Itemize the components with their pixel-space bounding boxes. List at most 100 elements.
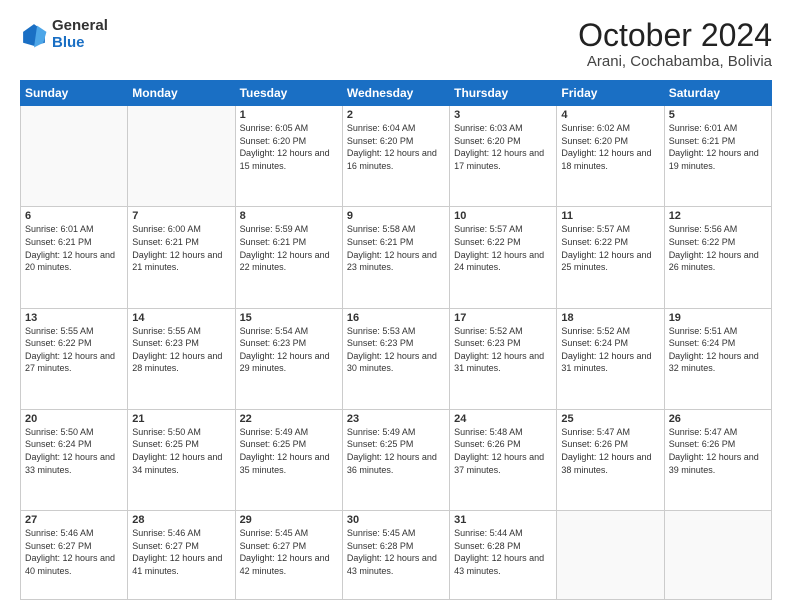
week-row-0: 1Sunrise: 6:05 AM Sunset: 6:20 PM Daylig… bbox=[21, 106, 772, 207]
day-cell: 29Sunrise: 5:45 AM Sunset: 6:27 PM Dayli… bbox=[235, 511, 342, 600]
day-cell bbox=[664, 511, 771, 600]
day-cell: 16Sunrise: 5:53 AM Sunset: 6:23 PM Dayli… bbox=[342, 308, 449, 409]
day-cell: 10Sunrise: 5:57 AM Sunset: 6:22 PM Dayli… bbox=[450, 207, 557, 308]
day-number: 22 bbox=[240, 413, 338, 425]
day-number: 29 bbox=[240, 514, 338, 526]
day-number: 8 bbox=[240, 210, 338, 222]
day-number: 14 bbox=[132, 312, 230, 324]
day-cell: 28Sunrise: 5:46 AM Sunset: 6:27 PM Dayli… bbox=[128, 511, 235, 600]
day-cell: 12Sunrise: 5:56 AM Sunset: 6:22 PM Dayli… bbox=[664, 207, 771, 308]
day-cell: 14Sunrise: 5:55 AM Sunset: 6:23 PM Dayli… bbox=[128, 308, 235, 409]
day-number: 10 bbox=[454, 210, 552, 222]
day-number: 19 bbox=[669, 312, 767, 324]
day-cell: 22Sunrise: 5:49 AM Sunset: 6:25 PM Dayli… bbox=[235, 409, 342, 510]
day-cell: 11Sunrise: 5:57 AM Sunset: 6:22 PM Dayli… bbox=[557, 207, 664, 308]
logo: General Blue bbox=[20, 18, 108, 51]
day-info: Sunrise: 6:03 AM Sunset: 6:20 PM Dayligh… bbox=[454, 122, 552, 172]
day-info: Sunrise: 5:45 AM Sunset: 6:28 PM Dayligh… bbox=[347, 527, 445, 577]
day-number: 4 bbox=[561, 109, 659, 121]
col-header-tuesday: Tuesday bbox=[235, 81, 342, 106]
day-number: 3 bbox=[454, 109, 552, 121]
day-cell: 18Sunrise: 5:52 AM Sunset: 6:24 PM Dayli… bbox=[557, 308, 664, 409]
day-info: Sunrise: 5:54 AM Sunset: 6:23 PM Dayligh… bbox=[240, 325, 338, 375]
day-cell: 27Sunrise: 5:46 AM Sunset: 6:27 PM Dayli… bbox=[21, 511, 128, 600]
day-number: 25 bbox=[561, 413, 659, 425]
day-info: Sunrise: 5:49 AM Sunset: 6:25 PM Dayligh… bbox=[347, 426, 445, 476]
day-info: Sunrise: 5:50 AM Sunset: 6:24 PM Dayligh… bbox=[25, 426, 123, 476]
logo-icon bbox=[20, 21, 48, 49]
day-cell bbox=[128, 106, 235, 207]
day-cell bbox=[21, 106, 128, 207]
day-number: 16 bbox=[347, 312, 445, 324]
page: General Blue October 2024 Arani, Cochaba… bbox=[0, 0, 792, 612]
day-cell bbox=[557, 511, 664, 600]
day-cell: 17Sunrise: 5:52 AM Sunset: 6:23 PM Dayli… bbox=[450, 308, 557, 409]
col-header-saturday: Saturday bbox=[664, 81, 771, 106]
day-number: 24 bbox=[454, 413, 552, 425]
day-cell: 7Sunrise: 6:00 AM Sunset: 6:21 PM Daylig… bbox=[128, 207, 235, 308]
main-title: October 2024 bbox=[578, 18, 772, 53]
day-cell: 13Sunrise: 5:55 AM Sunset: 6:22 PM Dayli… bbox=[21, 308, 128, 409]
day-number: 15 bbox=[240, 312, 338, 324]
week-row-2: 13Sunrise: 5:55 AM Sunset: 6:22 PM Dayli… bbox=[21, 308, 772, 409]
day-cell: 20Sunrise: 5:50 AM Sunset: 6:24 PM Dayli… bbox=[21, 409, 128, 510]
day-info: Sunrise: 5:47 AM Sunset: 6:26 PM Dayligh… bbox=[669, 426, 767, 476]
day-info: Sunrise: 5:47 AM Sunset: 6:26 PM Dayligh… bbox=[561, 426, 659, 476]
day-info: Sunrise: 6:04 AM Sunset: 6:20 PM Dayligh… bbox=[347, 122, 445, 172]
day-info: Sunrise: 5:46 AM Sunset: 6:27 PM Dayligh… bbox=[132, 527, 230, 577]
day-info: Sunrise: 5:49 AM Sunset: 6:25 PM Dayligh… bbox=[240, 426, 338, 476]
day-info: Sunrise: 5:59 AM Sunset: 6:21 PM Dayligh… bbox=[240, 223, 338, 273]
day-number: 1 bbox=[240, 109, 338, 121]
logo-text-blue: Blue bbox=[52, 35, 108, 52]
day-info: Sunrise: 5:50 AM Sunset: 6:25 PM Dayligh… bbox=[132, 426, 230, 476]
day-number: 31 bbox=[454, 514, 552, 526]
week-row-4: 27 Sunrise: 5:46 AM Sunset: 6:27 PM Dayli… bbox=[21, 511, 772, 600]
day-cell: 31Sunrise: 5:44 AM Sunset: 6:28 PM Dayli… bbox=[450, 511, 557, 600]
day-number: 12 bbox=[669, 210, 767, 222]
day-number: 30 bbox=[347, 514, 445, 526]
day-cell: 3Sunrise: 6:03 AM Sunset: 6:20 PM Daylig… bbox=[450, 106, 557, 207]
header-row: SundayMondayTuesdayWednesdayThursdayFrid… bbox=[21, 81, 772, 106]
col-header-friday: Friday bbox=[557, 81, 664, 106]
subtitle: Arani, Cochabamba, Bolivia bbox=[578, 53, 772, 70]
day-number: 2 bbox=[347, 109, 445, 121]
day-info: Sunrise: 5:57 AM Sunset: 6:22 PM Dayligh… bbox=[561, 223, 659, 273]
col-header-sunday: Sunday bbox=[21, 81, 128, 106]
day-cell: 19Sunrise: 5:51 AM Sunset: 6:24 PM Dayli… bbox=[664, 308, 771, 409]
week-row-1: 6Sunrise: 6:01 AM Sunset: 6:21 PM Daylig… bbox=[21, 207, 772, 308]
day-number: 11 bbox=[561, 210, 659, 222]
day-number: 6 bbox=[25, 210, 123, 222]
day-number: 9 bbox=[347, 210, 445, 222]
day-number: 13 bbox=[25, 312, 123, 324]
day-cell: 25Sunrise: 5:47 AM Sunset: 6:26 PM Dayli… bbox=[557, 409, 664, 510]
day-number: 5 bbox=[669, 109, 767, 121]
col-header-thursday: Thursday bbox=[450, 81, 557, 106]
day-cell: 2Sunrise: 6:04 AM Sunset: 6:20 PM Daylig… bbox=[342, 106, 449, 207]
day-info: Sunrise: 6:00 AM Sunset: 6:21 PM Dayligh… bbox=[132, 223, 230, 273]
day-info: Sunrise: 6:01 AM Sunset: 6:21 PM Dayligh… bbox=[669, 122, 767, 172]
calendar: SundayMondayTuesdayWednesdayThursdayFrid… bbox=[20, 80, 772, 600]
day-number: 17 bbox=[454, 312, 552, 324]
day-cell: 5Sunrise: 6:01 AM Sunset: 6:21 PM Daylig… bbox=[664, 106, 771, 207]
day-info: Sunrise: 5:55 AM Sunset: 6:22 PM Dayligh… bbox=[25, 325, 123, 375]
day-number: 27 bbox=[25, 514, 123, 526]
col-header-monday: Monday bbox=[128, 81, 235, 106]
day-info: Sunrise: 5:48 AM Sunset: 6:26 PM Dayligh… bbox=[454, 426, 552, 476]
day-cell: 30Sunrise: 5:45 AM Sunset: 6:28 PM Dayli… bbox=[342, 511, 449, 600]
day-info: Sunrise: 5:56 AM Sunset: 6:22 PM Dayligh… bbox=[669, 223, 767, 273]
col-header-wednesday: Wednesday bbox=[342, 81, 449, 106]
day-number: 26 bbox=[669, 413, 767, 425]
day-number: 23 bbox=[347, 413, 445, 425]
day-info: Sunrise: 5:44 AM Sunset: 6:28 PM Dayligh… bbox=[454, 527, 552, 577]
day-cell: 26Sunrise: 5:47 AM Sunset: 6:26 PM Dayli… bbox=[664, 409, 771, 510]
day-number: 7 bbox=[132, 210, 230, 222]
day-cell: 4Sunrise: 6:02 AM Sunset: 6:20 PM Daylig… bbox=[557, 106, 664, 207]
day-info: Sunrise: 5:52 AM Sunset: 6:24 PM Dayligh… bbox=[561, 325, 659, 375]
day-info: Sunrise: 6:02 AM Sunset: 6:20 PM Dayligh… bbox=[561, 122, 659, 172]
day-info: Sunrise: 5:57 AM Sunset: 6:22 PM Dayligh… bbox=[454, 223, 552, 273]
day-number: 28 bbox=[132, 514, 230, 526]
title-block: October 2024 Arani, Cochabamba, Bolivia bbox=[578, 18, 772, 70]
day-cell: 8Sunrise: 5:59 AM Sunset: 6:21 PM Daylig… bbox=[235, 207, 342, 308]
day-cell: 23Sunrise: 5:49 AM Sunset: 6:25 PM Dayli… bbox=[342, 409, 449, 510]
day-info: Sunrise: 5:52 AM Sunset: 6:23 PM Dayligh… bbox=[454, 325, 552, 375]
